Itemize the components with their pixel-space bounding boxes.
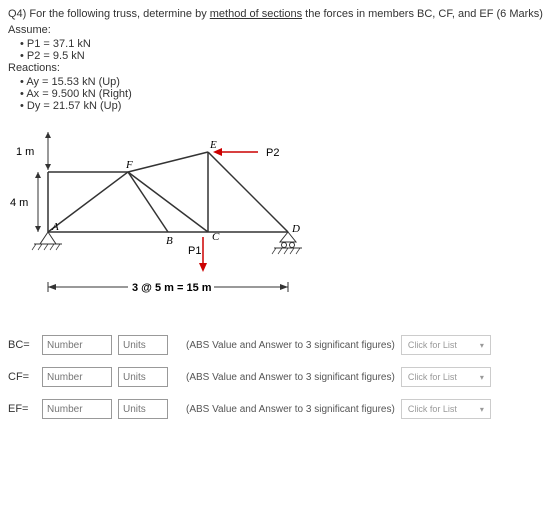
question-prefix: Q4) For the following truss, determine b…	[8, 8, 210, 20]
node-b: B	[166, 235, 173, 247]
p2-label: P2	[266, 147, 279, 159]
reactions-label: Reactions:	[8, 62, 548, 74]
assumption-p1: P1 = 37.1 kN	[20, 38, 548, 50]
caret-icon: ▾	[480, 341, 484, 350]
reaction-ay: Ay = 15.53 kN (Up)	[20, 76, 548, 88]
bc-number-input[interactable]	[42, 335, 112, 355]
p1-label: P1	[188, 245, 201, 257]
truss-diagram: 1 m 4 m A B C D E F	[8, 122, 548, 315]
cf-hint: (ABS Value and Answer to 3 significant f…	[186, 372, 395, 383]
ef-label: EF=	[8, 403, 36, 415]
cf-dropdown[interactable]: Click for List ▾	[401, 367, 491, 387]
ef-number-input[interactable]	[42, 399, 112, 419]
reaction-ax: Ax = 9.500 kN (Right)	[20, 88, 548, 100]
dropdown-text: Click for List	[408, 404, 457, 414]
caret-icon: ▾	[480, 373, 484, 382]
bc-dropdown[interactable]: Click for List ▾	[401, 335, 491, 355]
node-c: C	[212, 231, 220, 243]
ef-hint: (ABS Value and Answer to 3 significant f…	[186, 404, 395, 415]
assumptions-list: P1 = 37.1 kN P2 = 9.5 kN	[8, 38, 548, 62]
node-a: A	[51, 221, 59, 233]
question-method: method of sections	[210, 8, 302, 20]
node-f: F	[125, 159, 133, 171]
dim-span: 3 @ 5 m = 15 m	[132, 282, 212, 294]
reactions-list: Ay = 15.53 kN (Up) Ax = 9.500 kN (Right)…	[8, 76, 548, 112]
answer-row-bc: BC= (ABS Value and Answer to 3 significa…	[8, 335, 548, 355]
node-d: D	[291, 223, 300, 235]
ef-units-input[interactable]	[118, 399, 168, 419]
caret-icon: ▾	[480, 405, 484, 414]
ef-dropdown[interactable]: Click for List ▾	[401, 399, 491, 419]
dropdown-text: Click for List	[408, 340, 457, 350]
answer-row-ef: EF= (ABS Value and Answer to 3 significa…	[8, 399, 548, 419]
cf-units-input[interactable]	[118, 367, 168, 387]
answer-row-cf: CF= (ABS Value and Answer to 3 significa…	[8, 367, 548, 387]
node-e: E	[209, 139, 217, 151]
bc-label: BC=	[8, 339, 36, 351]
reaction-dy: Dy = 21.57 kN (Up)	[20, 100, 548, 112]
cf-label: CF=	[8, 371, 36, 383]
dim-1m: 1 m	[16, 146, 34, 158]
dropdown-text: Click for List	[408, 372, 457, 382]
assume-label: Assume:	[8, 24, 548, 36]
assumption-p2: P2 = 9.5 kN	[20, 50, 548, 62]
bc-units-input[interactable]	[118, 335, 168, 355]
question-text: Q4) For the following truss, determine b…	[8, 8, 548, 20]
bc-hint: (ABS Value and Answer to 3 significant f…	[186, 340, 395, 351]
question-suffix: the forces in members BC, CF, and EF (6 …	[302, 8, 543, 20]
cf-number-input[interactable]	[42, 367, 112, 387]
dim-4m: 4 m	[10, 197, 28, 209]
